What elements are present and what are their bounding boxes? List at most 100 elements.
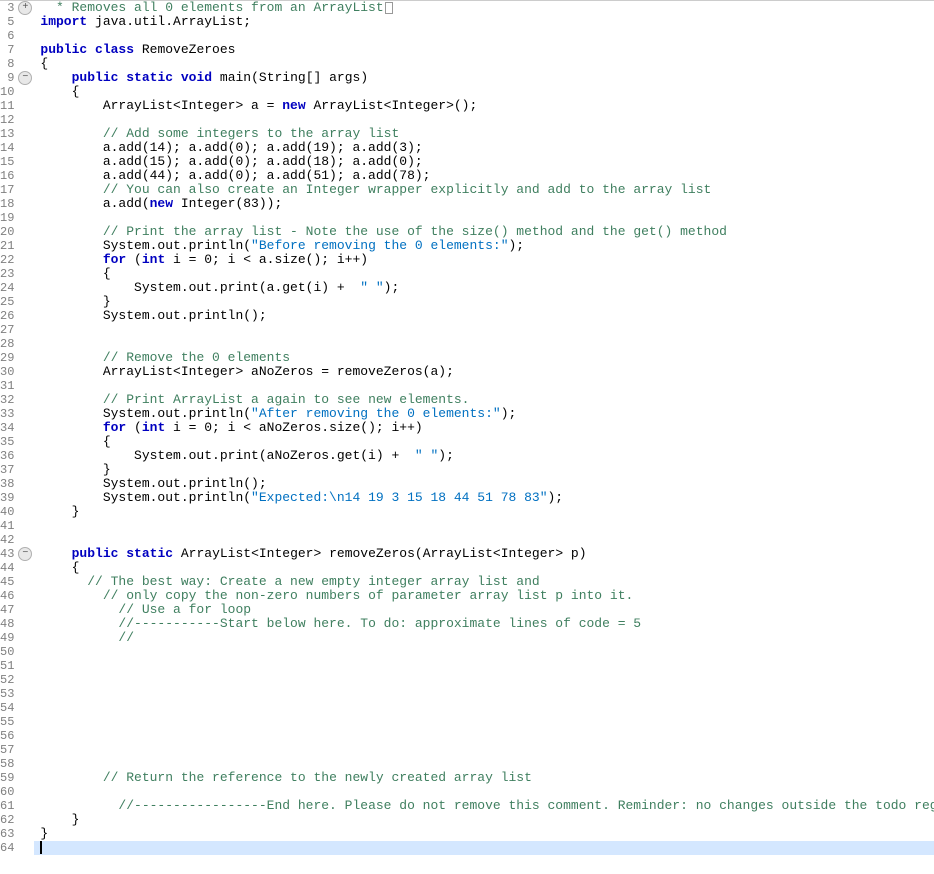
line-number: 33 xyxy=(0,407,34,421)
line-number: 56 xyxy=(0,729,34,743)
line-number: 35 xyxy=(0,435,34,449)
line-number: 62 xyxy=(0,813,34,827)
code-line[interactable]: System.out.print(a.get(i) + " "); xyxy=(40,281,934,295)
fold-collapse-icon[interactable]: − xyxy=(18,71,32,85)
code-line[interactable]: System.out.println(); xyxy=(40,309,934,323)
line-number: 21 xyxy=(0,239,34,253)
code-line[interactable]: System.out.println("Expected:\n14 19 3 1… xyxy=(40,491,934,505)
code-token xyxy=(40,70,71,85)
code-line[interactable]: System.out.println("After removing the 0… xyxy=(40,407,934,421)
code-token: { xyxy=(40,560,79,575)
code-line[interactable] xyxy=(40,533,934,547)
code-line[interactable]: } xyxy=(40,827,934,841)
code-line[interactable]: // Remove the 0 elements xyxy=(40,351,934,365)
code-token xyxy=(173,70,181,85)
code-line[interactable]: // xyxy=(40,631,934,645)
code-line[interactable]: } xyxy=(40,295,934,309)
code-token: int xyxy=(142,420,165,435)
code-token: "Expected:\n14 19 3 15 18 44 51 78 83" xyxy=(251,490,547,505)
code-line[interactable] xyxy=(40,211,934,225)
code-line[interactable]: a.add(44); a.add(0); a.add(51); a.add(78… xyxy=(40,169,934,183)
code-line[interactable] xyxy=(40,715,934,729)
code-line[interactable]: ArrayList<Integer> a = new ArrayList<Int… xyxy=(40,99,934,113)
code-line[interactable]: { xyxy=(40,85,934,99)
code-token: // Print the array list - Note the use o… xyxy=(103,224,727,239)
code-line[interactable]: { xyxy=(40,57,934,71)
code-line[interactable]: System.out.println(); xyxy=(40,477,934,491)
code-token: main(String[] args) xyxy=(212,70,368,85)
code-line[interactable]: } xyxy=(40,505,934,519)
code-token: System.out.println( xyxy=(40,490,251,505)
code-line[interactable]: public static ArrayList<Integer> removeZ… xyxy=(40,547,934,561)
code-line[interactable] xyxy=(40,337,934,351)
code-token: RemoveZeroes xyxy=(134,42,235,57)
line-number: 19 xyxy=(0,211,34,225)
code-line[interactable]: { xyxy=(40,561,934,575)
code-area[interactable]: * Removes all 0 elements from an ArrayLi… xyxy=(34,1,934,855)
code-line[interactable]: public static void main(String[] args) xyxy=(40,71,934,85)
code-line[interactable]: for (int i = 0; i < a.size(); i++) xyxy=(40,253,934,267)
code-line[interactable] xyxy=(40,113,934,127)
code-line[interactable]: import java.util.ArrayList; xyxy=(40,15,934,29)
code-line[interactable]: * Removes all 0 elements from an ArrayLi… xyxy=(40,1,934,15)
code-line[interactable] xyxy=(40,659,934,673)
line-number: 42 xyxy=(0,533,34,547)
code-line[interactable]: //-----------------End here. Please do n… xyxy=(40,799,934,813)
code-line[interactable]: a.add(15); a.add(0); a.add(18); a.add(0)… xyxy=(40,155,934,169)
code-line[interactable] xyxy=(40,379,934,393)
line-number: 34 xyxy=(0,421,34,435)
code-line[interactable] xyxy=(40,729,934,743)
fold-collapse-icon[interactable]: − xyxy=(18,547,32,561)
code-token: } xyxy=(40,294,110,309)
code-line[interactable]: System.out.println("Before removing the … xyxy=(40,239,934,253)
code-editor[interactable]: 3+56789−10111213141516171819202122232425… xyxy=(0,0,934,855)
code-token: { xyxy=(40,266,110,281)
line-number: 5 xyxy=(0,15,34,29)
code-line[interactable] xyxy=(40,519,934,533)
code-line[interactable]: a.add(14); a.add(0); a.add(19); a.add(3)… xyxy=(40,141,934,155)
code-line[interactable]: { xyxy=(40,435,934,449)
code-token: ); xyxy=(438,448,454,463)
line-number: 54 xyxy=(0,701,34,715)
code-line[interactable]: public class RemoveZeroes xyxy=(40,43,934,57)
code-line[interactable]: a.add(new Integer(83)); xyxy=(40,197,934,211)
code-line[interactable]: // The best way: Create a new empty inte… xyxy=(40,575,934,589)
code-line[interactable]: for (int i = 0; i < aNoZeros.size(); i++… xyxy=(40,421,934,435)
code-line[interactable] xyxy=(40,743,934,757)
code-line[interactable] xyxy=(40,785,934,799)
code-token xyxy=(40,546,71,561)
code-line[interactable] xyxy=(40,323,934,337)
code-line[interactable] xyxy=(40,673,934,687)
code-line[interactable]: System.out.print(aNoZeros.get(i) + " "); xyxy=(40,449,934,463)
code-line[interactable]: //-----------Start below here. To do: ap… xyxy=(40,617,934,631)
code-line[interactable]: } xyxy=(40,813,934,827)
line-number: 12 xyxy=(0,113,34,127)
code-line[interactable] xyxy=(40,687,934,701)
line-number: 18 xyxy=(0,197,34,211)
code-token: } xyxy=(40,462,110,477)
eol-marker-icon xyxy=(385,2,393,14)
code-token: // Remove the 0 elements xyxy=(103,350,290,365)
code-line[interactable]: { xyxy=(40,267,934,281)
code-line[interactable]: // Print the array list - Note the use o… xyxy=(40,225,934,239)
code-line[interactable]: // Use a for loop xyxy=(40,603,934,617)
line-number: 38 xyxy=(0,477,34,491)
line-number: 32 xyxy=(0,393,34,407)
code-line[interactable] xyxy=(40,757,934,771)
code-line[interactable]: } xyxy=(40,463,934,477)
code-line[interactable]: // Return the reference to the newly cre… xyxy=(40,771,934,785)
fold-expand-icon[interactable]: + xyxy=(18,1,32,15)
code-line[interactable] xyxy=(40,841,934,855)
code-line[interactable]: ArrayList<Integer> aNoZeros = removeZero… xyxy=(40,365,934,379)
code-token: } xyxy=(40,812,79,827)
code-line[interactable]: // You can also create an Integer wrappe… xyxy=(40,183,934,197)
code-line[interactable]: // Add some integers to the array list xyxy=(40,127,934,141)
code-line[interactable] xyxy=(40,701,934,715)
code-line[interactable] xyxy=(40,645,934,659)
code-line[interactable] xyxy=(40,29,934,43)
code-token xyxy=(40,798,118,813)
code-token: java.util.ArrayList; xyxy=(87,14,251,29)
code-line[interactable]: // Print ArrayList a again to see new el… xyxy=(40,393,934,407)
line-number: 63 xyxy=(0,827,34,841)
code-line[interactable]: // only copy the non-zero numbers of par… xyxy=(40,589,934,603)
